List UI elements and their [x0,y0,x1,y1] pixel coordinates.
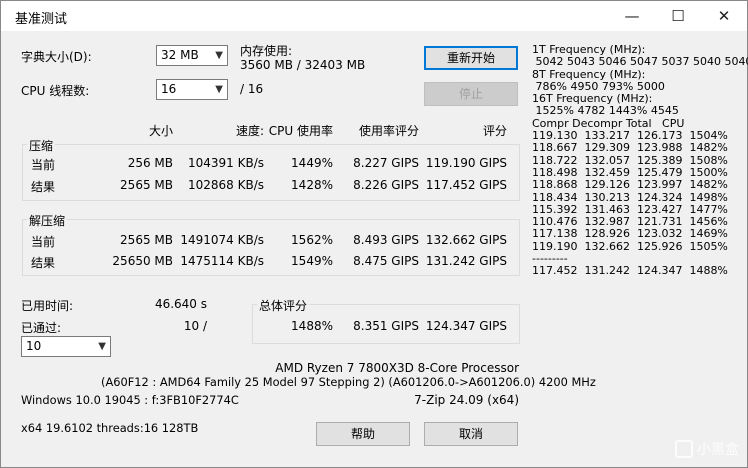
log-line: 117.452 131.242 124.347 1488% [532,264,728,278]
dict-size-value: 32 MB [161,48,199,62]
decompress-current-cpu: 1562% [291,233,333,247]
total-rating: 124.347 GIPS [425,319,507,333]
app-version: 7-Zip 24.09 (x64) [414,393,519,407]
memory-label: 内存使用: [240,44,293,58]
watermark: 小黑盒 [675,439,739,459]
log-line: 5042 5043 5046 5047 5037 5040 5040 [532,55,748,69]
cpu-threads-label: CPU 线程数: [21,84,90,98]
cpu-threads-value: 16 [161,82,177,96]
total-rpu: 8.351 GIPS [353,319,419,333]
decompress-current-rpu: 8.493 GIPS [353,233,419,247]
dict-size-label: 字典大小(D): [21,50,92,64]
decompress-current-label: 当前 [31,235,56,249]
log-line: 118.868 129.126 123.997 1482% [532,178,728,192]
restart-button[interactable]: 重新开始 [424,46,518,70]
header-rating-per-usage: 使用率评分 [358,124,419,138]
cpu-details: (A60F12 : AMD64 Family 25 Model 97 Stepp… [101,375,596,389]
cpu-threads-total: / 16 [240,82,264,96]
compress-result-size: 2565 MB [120,178,173,192]
compress-title: 压缩 [27,137,56,154]
decompress-result-rating: 131.242 GIPS [425,254,507,268]
cancel-button[interactable]: 取消 [424,422,518,446]
header-cpu-usage: CPU 使用率 [268,124,333,138]
dict-size-select[interactable]: 32 MB ▼ [156,45,228,66]
memory-value: 3560 MB / 32403 MB [240,58,366,72]
cpu-threads-select[interactable]: 16 ▼ [156,79,228,100]
compress-result-cpu: 1428% [291,178,333,192]
elapsed-value: 46.640 s [154,297,207,311]
minimize-icon[interactable]: — [609,1,655,31]
header-rating: 评分 [482,124,507,138]
extra-info: x64 19.6102 threads:16 128TB [21,421,199,435]
title-bar: 基准测试 — ☐ ✕ [1,1,747,31]
compress-current-size: 256 MB [127,156,173,170]
stop-button[interactable]: 停止 [424,82,518,106]
decompress-title: 解压缩 [27,212,68,229]
window-title: 基准测试 [15,12,68,27]
log-line: 117.138 128.926 123.032 1469% [532,227,728,241]
compress-current-cpu: 1449% [291,156,333,170]
decompress-result-cpu: 1549% [291,254,333,268]
compress-group [22,144,520,201]
log-line: 118.667 129.309 123.988 1482% [532,141,728,155]
benchmark-window: 基准测试 — ☐ ✕ 字典大小(D): 32 MB ▼ CPU 线程数: 16 … [0,0,748,468]
header-size: 大小 [148,124,173,138]
compress-result-label: 结果 [31,180,56,194]
compress-current-speed: 104391 KB/s [187,156,264,170]
decompress-result-rpu: 8.475 GIPS [353,254,419,268]
compress-result-rating: 117.452 GIPS [425,178,507,192]
decompress-result-speed: 1475114 KB/s [180,254,264,268]
compress-current-label: 当前 [31,158,56,172]
help-button[interactable]: 帮助 [316,422,410,446]
compress-result-rpu: 8.226 GIPS [353,178,419,192]
decompress-current-speed: 1491074 KB/s [180,233,264,247]
passes-value: 10 / [183,319,207,333]
watermark-logo-icon [675,440,693,458]
decompress-current-size: 2565 MB [120,233,173,247]
os-info: Windows 10.0 19045 : f:3FB10F2774C [21,393,239,407]
header-speed: 速度: [235,124,264,138]
total-cpu: 1488% [291,319,333,333]
frequency-log: 1T Frequency (MHz): 5042 5043 5046 5047 … [532,43,748,278]
elapsed-label: 已用时间: [21,299,74,313]
decompress-result-size: 25650 MB [112,254,173,268]
decompress-current-rating: 132.662 GIPS [425,233,507,247]
chevron-down-icon: ▼ [215,50,223,61]
maximize-icon[interactable]: ☐ [655,1,701,31]
chevron-down-icon: ▼ [215,84,223,95]
close-icon[interactable]: ✕ [701,1,747,31]
log-line: 1525% 4782 1443% 4545 [532,104,679,118]
passes-select[interactable]: 10 ▼ [21,336,111,357]
passes-select-value: 10 [26,339,42,353]
compress-current-rpu: 8.227 GIPS [353,156,419,170]
watermark-text: 小黑盒 [697,442,739,458]
cpu-name: AMD Ryzen 7 7800X3D 8-Core Processor [275,361,519,375]
total-title: 总体评分 [257,297,310,314]
chevron-down-icon: ▼ [98,341,106,352]
compress-result-speed: 102868 KB/s [187,178,264,192]
log-line: 118.434 130.213 124.324 1498% [532,190,728,204]
compress-current-rating: 119.190 GIPS [425,156,507,170]
decompress-result-label: 结果 [31,256,56,270]
passes-label: 已通过: [21,321,62,335]
